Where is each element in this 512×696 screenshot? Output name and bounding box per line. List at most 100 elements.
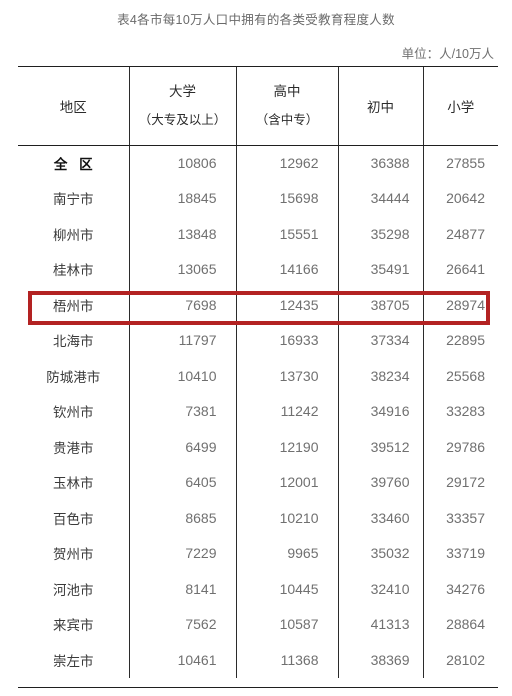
cell-university: 10410 [128, 358, 236, 394]
table-row: 桂林市 13065 14166 35491 26641 [18, 251, 498, 287]
cell-primary: 26641 [422, 251, 498, 287]
table-row: 玉林市 6405 12001 39760 29172 [18, 464, 498, 500]
row-label-region: 河池市 [53, 582, 94, 598]
table-row: 河池市 8141 10445 32410 34276 [18, 571, 498, 607]
cell-high-school: 14166 [235, 251, 338, 287]
table-row: 防城港市 10410 13730 38234 25568 [18, 358, 498, 394]
cell-primary: 24877 [422, 216, 498, 252]
cell-high-school: 9965 [235, 535, 338, 571]
cell-junior-high: 34916 [337, 393, 423, 429]
cell-high-school: 12435 [235, 287, 338, 323]
unit-note-bar: 单位：人/10万人 [0, 29, 512, 63]
table-row: 南宁市 18845 15698 34444 20642 [18, 180, 498, 216]
table-row: 北海市 11797 16933 37334 22895 [18, 322, 498, 358]
table-row: 崇左市 10461 11368 38369 28102 [18, 642, 498, 678]
page-title: 表4各市每10万人口中拥有的各类受教育程度人数 [117, 13, 395, 27]
row-label-region: 崇左市 [53, 653, 94, 669]
cell-university: 8141 [128, 571, 236, 607]
cell-junior-high: 36388 [337, 145, 423, 181]
row-label-region: 来宾市 [53, 618, 94, 634]
cell-primary: 25568 [422, 358, 498, 394]
cell-primary: 20642 [422, 180, 498, 216]
column-header-region: 地区 [18, 67, 129, 146]
cell-university: 13848 [128, 216, 236, 252]
cell-primary: 27855 [422, 145, 498, 181]
row-label-region: 贵港市 [53, 440, 94, 456]
row-label-region: 桂林市 [53, 263, 94, 279]
education-level-table: 地区 大学 （大专及以上） 高中 （含中专） 初中 小学 全 区 10806 1… [18, 67, 498, 678]
cell-junior-high: 33460 [337, 500, 423, 536]
cell-junior-high: 35032 [337, 535, 423, 571]
table-header: 地区 大学 （大专及以上） 高中 （含中专） 初中 小学 [18, 67, 498, 146]
cell-primary: 33357 [422, 500, 498, 536]
cell-junior-high: 37334 [337, 322, 423, 358]
cell-high-school: 10210 [235, 500, 338, 536]
table-row: 来宾市 7562 10587 41313 28864 [18, 606, 498, 642]
row-label-region: 梧州市 [53, 298, 94, 314]
table-row: 柳州市 13848 15551 35298 24877 [18, 216, 498, 252]
row-label-region: 全 区 [53, 157, 97, 172]
cell-primary: 22895 [422, 322, 498, 358]
cell-primary: 28864 [422, 606, 498, 642]
cell-junior-high: 39512 [337, 429, 423, 465]
row-label-region: 南宁市 [53, 192, 94, 208]
page-root: 表4各市每10万人口中拥有的各类受教育程度人数 单位：人/10万人 地区 大学 … [0, 0, 512, 696]
table-row: 贺州市 7229 9965 35032 33719 [18, 535, 498, 571]
cell-primary: 29786 [422, 429, 498, 465]
row-label-region: 柳州市 [53, 227, 94, 243]
data-table-wrapper: 地区 大学 （大专及以上） 高中 （含中专） 初中 小学 全 区 10806 1… [18, 66, 498, 688]
column-header-junior-high: 初中 [337, 67, 423, 146]
column-header-primary-label: 小学 [447, 99, 475, 115]
cell-junior-high: 34444 [337, 180, 423, 216]
cell-junior-high: 38234 [337, 358, 423, 394]
cell-high-school: 15551 [235, 216, 338, 252]
cell-university: 11797 [128, 322, 236, 358]
cell-high-school: 11368 [235, 642, 338, 678]
table-row: 梧州市 7698 12435 38705 28974 [18, 287, 498, 323]
table-row: 贵港市 6499 12190 39512 29786 [18, 429, 498, 465]
cell-university: 10461 [128, 642, 236, 678]
cell-high-school: 13730 [235, 358, 338, 394]
cell-university: 6499 [128, 429, 236, 465]
cell-junior-high: 38369 [337, 642, 423, 678]
cell-primary: 33283 [422, 393, 498, 429]
row-label-region: 玉林市 [53, 476, 94, 492]
cell-university: 18845 [128, 180, 236, 216]
cell-high-school: 12190 [235, 429, 338, 465]
column-header-high-school-sublabel: （含中专） [255, 112, 319, 127]
row-label-region: 防城港市 [46, 369, 101, 385]
column-header-university-label: 大学 [169, 83, 196, 99]
cell-university: 13065 [128, 251, 236, 287]
cell-university: 7562 [128, 606, 236, 642]
table-header-row: 地区 大学 （大专及以上） 高中 （含中专） 初中 小学 [18, 67, 498, 146]
cell-university: 7229 [128, 535, 236, 571]
column-header-region-label: 地区 [59, 99, 87, 115]
table-body: 全 区 10806 12962 36388 27855 南宁市 18845 15698 3444… [18, 145, 498, 678]
cell-junior-high: 39760 [337, 464, 423, 500]
cell-primary: 34276 [422, 571, 498, 607]
cell-high-school: 16933 [235, 322, 338, 358]
cell-university: 8685 [128, 500, 236, 536]
column-header-junior-high-label: 初中 [367, 99, 394, 115]
cell-high-school: 10445 [235, 571, 338, 607]
cell-junior-high: 35298 [337, 216, 423, 252]
cell-high-school: 12001 [235, 464, 338, 500]
column-header-high-school: 高中 （含中专） [235, 67, 338, 146]
title-bar: 表4各市每10万人口中拥有的各类受教育程度人数 [0, 0, 512, 29]
cell-university: 7381 [128, 393, 236, 429]
cell-junior-high: 32410 [337, 571, 423, 607]
cell-primary: 28102 [422, 642, 498, 678]
row-label-region: 贺州市 [53, 547, 94, 563]
table-row: 钦州市 7381 11242 34916 33283 [18, 393, 498, 429]
cell-junior-high: 35491 [337, 251, 423, 287]
cell-junior-high: 41313 [337, 606, 423, 642]
cell-primary: 29172 [422, 464, 498, 500]
row-label-region: 北海市 [53, 334, 94, 350]
cell-university: 6405 [128, 464, 236, 500]
column-header-primary: 小学 [422, 67, 498, 146]
cell-primary: 33719 [422, 535, 498, 571]
cell-primary: 28974 [422, 287, 498, 323]
table-row: 百色市 8685 10210 33460 33357 [18, 500, 498, 536]
cell-high-school: 11242 [235, 393, 338, 429]
column-header-high-school-label: 高中 [273, 83, 301, 99]
